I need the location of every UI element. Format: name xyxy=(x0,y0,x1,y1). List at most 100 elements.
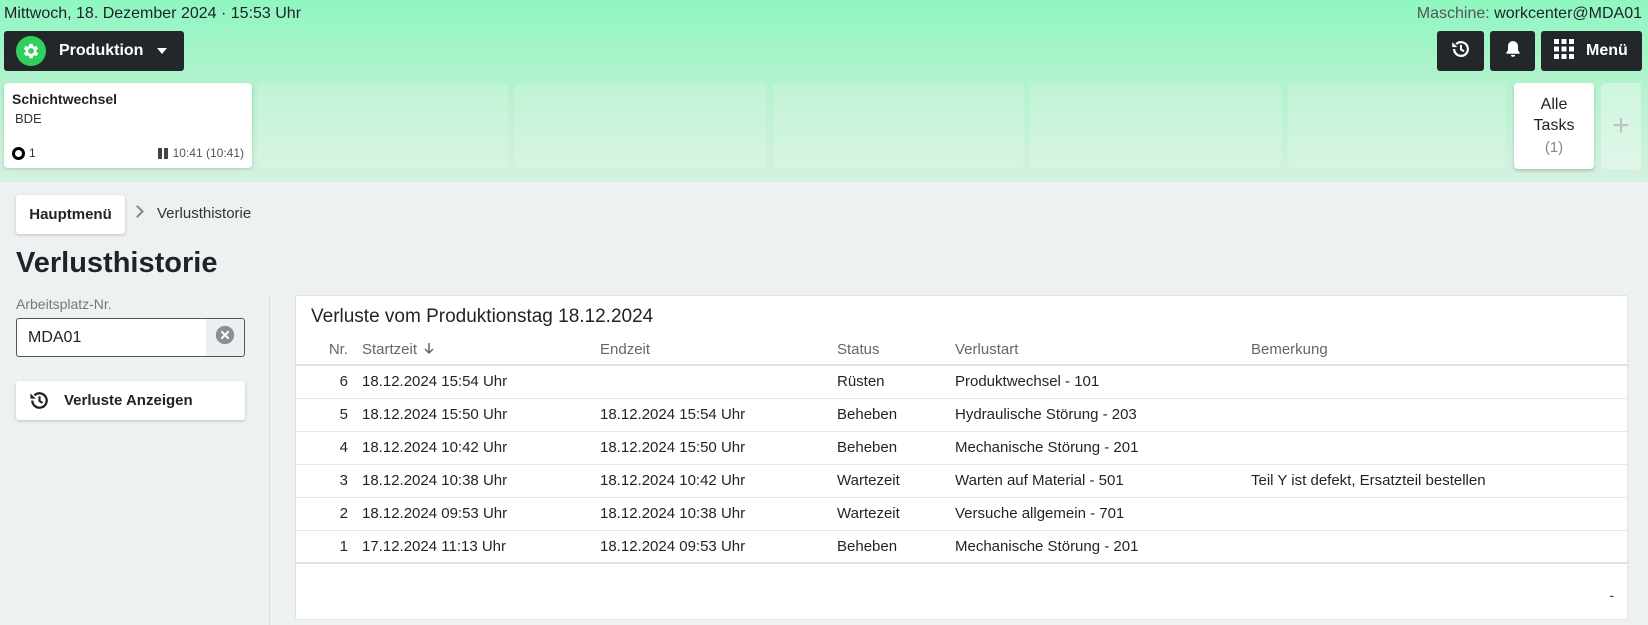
loss-history-panel: Verluste vom Produktionstag 18.12.2024 N… xyxy=(295,295,1628,620)
column-header-start[interactable]: Startzeit xyxy=(362,340,600,366)
panel-title: Verluste vom Produktionstag 18.12.2024 xyxy=(311,306,654,327)
cell-remark xyxy=(1251,530,1627,564)
column-header-nr[interactable]: Nr. xyxy=(296,340,362,366)
cell-start: 18.12.2024 10:38 Uhr xyxy=(362,464,600,498)
cell-loss-type: Mechanische Störung - 201 xyxy=(955,530,1251,564)
machine-label: Maschine: xyxy=(1416,5,1490,22)
status-ring-icon xyxy=(12,146,25,160)
cell-remark xyxy=(1251,497,1627,531)
notifications-button[interactable] xyxy=(1490,31,1535,71)
history-icon xyxy=(28,389,51,412)
cell-end: 18.12.2024 15:54 Uhr xyxy=(600,398,837,432)
table-row[interactable]: 2 18.12.2024 09:53 Uhr 18.12.2024 10:38 … xyxy=(296,497,1627,531)
workplace-input[interactable] xyxy=(17,319,207,356)
all-tasks-label-line2: Tasks xyxy=(1533,117,1575,134)
cell-end xyxy=(600,365,837,399)
cell-nr: 3 xyxy=(296,464,362,498)
cell-end: 18.12.2024 10:42 Uhr xyxy=(600,464,837,498)
workplace-field xyxy=(16,318,245,357)
cell-start: 18.12.2024 15:50 Uhr xyxy=(362,398,600,432)
task-card[interactable]: Schichtwechsel BDE 1 10:41 (10:41) xyxy=(4,83,252,168)
chevron-right-icon xyxy=(131,205,144,218)
gear-icon xyxy=(16,36,46,66)
cell-status: Wartezeit xyxy=(837,464,955,498)
machine-info: Maschine: workcenter@MDA01 xyxy=(1417,5,1642,23)
cell-loss-type: Warten auf Material - 501 xyxy=(955,464,1251,498)
cell-start: 17.12.2024 11:13 Uhr xyxy=(362,530,600,564)
cell-nr: 5 xyxy=(296,398,362,432)
table-row[interactable]: 5 18.12.2024 15:50 Uhr 18.12.2024 15:54 … xyxy=(296,398,1627,432)
cell-status: Beheben xyxy=(837,431,955,465)
task-count: 1 xyxy=(12,146,36,160)
current-datetime: Mittwoch, 18. Dezember 2024 · 15:53 Uhr xyxy=(4,5,302,22)
column-header-end[interactable]: Endzeit xyxy=(600,340,837,366)
pause-icon xyxy=(157,147,170,159)
cell-remark xyxy=(1251,398,1627,432)
history-button[interactable] xyxy=(1437,31,1484,71)
empty-task-slot xyxy=(773,83,1024,168)
machine-value: workcenter@MDA01 xyxy=(1494,5,1642,22)
grid-icon xyxy=(1554,38,1574,64)
cell-end: 18.12.2024 09:53 Uhr xyxy=(600,530,837,564)
empty-task-slot xyxy=(515,83,766,168)
header-band: Mittwoch, 18. Dezember 2024 · 15:53 Uhr … xyxy=(0,0,1648,182)
cell-remark xyxy=(1251,365,1627,399)
empty-task-slot xyxy=(257,83,508,168)
table-row[interactable]: 4 18.12.2024 10:42 Uhr 18.12.2024 15:50 … xyxy=(296,431,1627,465)
clear-circle-icon xyxy=(214,324,236,351)
cell-loss-type: Hydraulische Störung - 203 xyxy=(955,398,1251,432)
sidebar-divider xyxy=(269,295,270,625)
loss-table: Nr. Startzeit Endzeit Status Verlustart … xyxy=(296,340,1627,564)
page-title: Verlusthistorie xyxy=(16,247,218,279)
table-row[interactable]: 6 18.12.2024 15:54 Uhr Rüsten Produktwec… xyxy=(296,365,1627,399)
mode-selector-button[interactable]: Produktion xyxy=(4,31,184,71)
cell-end: 18.12.2024 10:38 Uhr xyxy=(600,497,837,531)
table-header-row: Nr. Startzeit Endzeit Status Verlustart … xyxy=(296,340,1627,366)
table-row[interactable]: 1 17.12.2024 11:13 Uhr 18.12.2024 09:53 … xyxy=(296,530,1627,564)
table-row[interactable]: 3 18.12.2024 10:38 Uhr 18.12.2024 10:42 … xyxy=(296,464,1627,498)
empty-task-slot xyxy=(1288,83,1506,168)
caret-down-icon xyxy=(157,48,168,54)
show-losses-button[interactable]: Verluste Anzeigen xyxy=(16,381,245,420)
breadcrumb-current: Verlusthistorie xyxy=(157,205,252,222)
cell-start: 18.12.2024 15:54 Uhr xyxy=(362,365,600,399)
column-header-status[interactable]: Status xyxy=(837,340,955,366)
bell-icon xyxy=(1503,38,1523,65)
task-time-value: 10:41 (10:41) xyxy=(172,146,244,160)
cell-loss-type: Mechanische Störung - 201 xyxy=(955,431,1251,465)
column-header-start-label: Startzeit xyxy=(362,341,418,358)
workplace-label: Arbeitsplatz-Nr. xyxy=(16,296,112,312)
history-icon xyxy=(1450,38,1472,65)
table-footer: - xyxy=(1609,587,1614,603)
cell-start: 18.12.2024 10:42 Uhr xyxy=(362,431,600,465)
cell-end: 18.12.2024 15:50 Uhr xyxy=(600,431,837,465)
cell-nr: 2 xyxy=(296,497,362,531)
cell-start: 18.12.2024 09:53 Uhr xyxy=(362,497,600,531)
add-task-button[interactable]: + xyxy=(1601,83,1641,169)
mode-label: Produktion xyxy=(59,42,144,59)
cell-nr: 4 xyxy=(296,431,362,465)
plus-icon: + xyxy=(1612,109,1630,142)
cell-remark xyxy=(1251,431,1627,465)
task-title: Schichtwechsel xyxy=(12,91,118,107)
empty-task-slot xyxy=(1030,83,1281,168)
all-tasks-button[interactable]: Alle Tasks (1) xyxy=(1514,83,1594,169)
show-losses-label: Verluste Anzeigen xyxy=(64,392,193,409)
arrow-down-icon xyxy=(423,342,435,359)
task-subtitle: BDE xyxy=(15,111,42,126)
menu-label: Menü xyxy=(1586,42,1628,59)
cell-remark: Teil Y ist defekt, Ersatzteil bestellen xyxy=(1251,464,1627,498)
all-tasks-label-line1: Alle xyxy=(1540,96,1568,113)
clear-button[interactable] xyxy=(206,319,244,356)
main-menu-button[interactable]: Menü xyxy=(1541,31,1642,71)
cell-status: Beheben xyxy=(837,398,955,432)
cell-nr: 1 xyxy=(296,530,362,564)
cell-status: Wartezeit xyxy=(837,497,955,531)
breadcrumb-home[interactable]: Hauptmenü xyxy=(16,195,125,234)
cell-loss-type: Produktwechsel - 101 xyxy=(955,365,1251,399)
column-header-loss-type[interactable]: Verlustart xyxy=(955,340,1251,366)
column-header-remark[interactable]: Bemerkung xyxy=(1251,340,1627,366)
cell-status: Beheben xyxy=(837,530,955,564)
task-time: 10:41 (10:41) xyxy=(157,146,244,160)
cell-loss-type: Versuche allgemein - 701 xyxy=(955,497,1251,531)
